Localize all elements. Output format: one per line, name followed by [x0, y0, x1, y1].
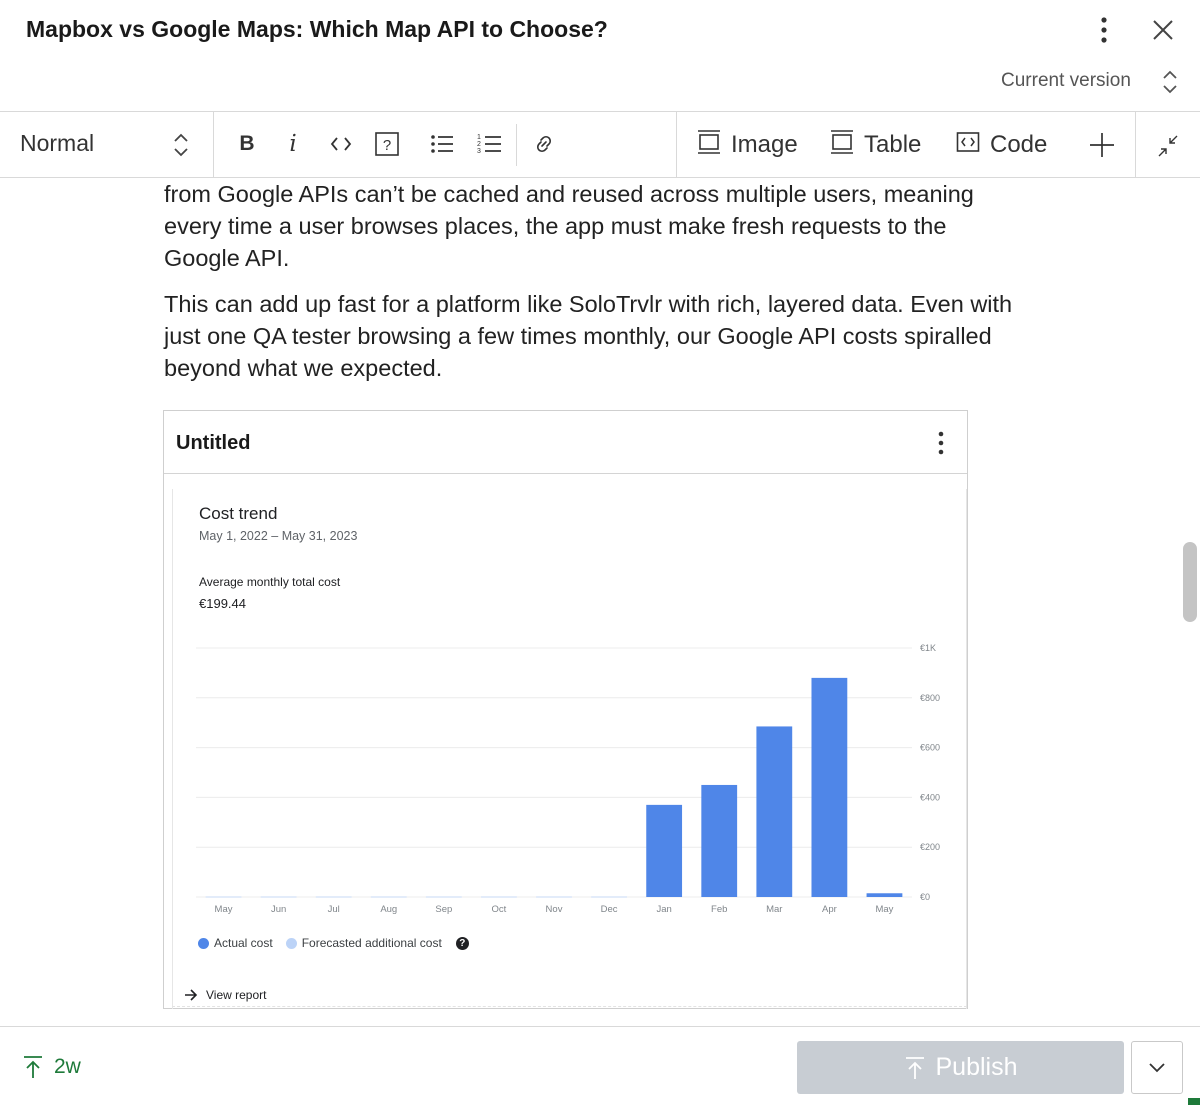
y-tick-label: €400 [920, 792, 940, 802]
chevron-up-down-icon[interactable] [1160, 68, 1180, 96]
x-tick-label: Jun [271, 904, 286, 915]
time-label: 2w [54, 1055, 81, 1078]
bar [315, 896, 352, 898]
arrow-right-icon [185, 989, 198, 1001]
insert-group: Image Table Code [676, 112, 1136, 177]
svg-text:1: 1 [477, 134, 481, 141]
table-block-icon [830, 129, 854, 162]
numbered-list-icon[interactable]: 123 [473, 124, 505, 164]
view-report-link[interactable]: View report [184, 988, 266, 1002]
bar [701, 784, 738, 897]
chevron-down-icon [1149, 1062, 1165, 1072]
x-tick-label: Jan [656, 904, 671, 915]
insert-image-button[interactable]: Image [697, 129, 798, 161]
y-tick-label: €0 [920, 892, 930, 902]
bar [811, 677, 848, 897]
x-tick-label: Nov [546, 904, 563, 915]
link-icon[interactable] [528, 124, 560, 164]
cost-trend-chart: €0 €200 €400 €600 €800 €1K May Jun Jul Aug Sep Oct N… [196, 643, 940, 915]
bar [481, 896, 517, 898]
publish-button[interactable]: Publish [797, 1041, 1124, 1094]
chart-legend: Actual cost Forecasted additional cost ? [198, 936, 469, 950]
editor-header: Mapbox vs Google Maps: Which Map API to … [0, 0, 1200, 112]
publish-options-button[interactable] [1131, 1041, 1183, 1094]
x-tick-label: May [215, 904, 233, 915]
more-vertical-icon[interactable] [1092, 14, 1116, 46]
svg-text:2: 2 [477, 141, 481, 148]
bar [536, 896, 572, 898]
insert-code-label: Code [990, 131, 1048, 158]
bar [866, 893, 903, 897]
bar [205, 896, 242, 898]
bar [646, 804, 683, 897]
x-tick-label: Dec [601, 904, 618, 915]
body-paragraph[interactable]: from Google APIs can’t be cached and reu… [164, 178, 1014, 274]
toolbar-divider [516, 124, 517, 166]
x-tick-label: Mar [766, 904, 782, 915]
scrollbar-thumb[interactable] [1183, 542, 1197, 622]
forecast-cost-swatch [285, 937, 297, 949]
svg-text:?: ? [383, 137, 391, 154]
collapse-icon[interactable] [1150, 126, 1186, 166]
help-box-icon[interactable]: ? [372, 124, 402, 164]
code-block-icon [956, 130, 980, 161]
actual-cost-swatch [198, 937, 209, 949]
image-block-icon [697, 129, 721, 162]
arrow-up-icon [24, 1056, 42, 1078]
bar [591, 896, 627, 898]
bar [370, 896, 407, 898]
x-tick-label: Apr [822, 904, 837, 915]
publish-icon [905, 1056, 924, 1079]
italic-icon[interactable]: i [280, 124, 306, 164]
insert-table-button[interactable]: Table [830, 129, 921, 161]
plus-icon[interactable] [1089, 129, 1115, 161]
legend-forecasted-cost: Forecasted additional cost [301, 936, 442, 950]
bar [260, 896, 297, 898]
bar [425, 896, 462, 898]
insert-image-label: Image [731, 131, 798, 158]
embedded-chart-block[interactable]: Untitled Cost trend May 1, 2022 – May 31… [163, 410, 968, 1009]
document-title: Mapbox vs Google Maps: Which Map API to … [26, 16, 608, 42]
y-tick-label: €200 [920, 842, 940, 852]
legend-actual-cost: Actual cost [214, 936, 273, 950]
y-tick-label: €800 [920, 693, 940, 703]
editor-footer: 2w Publish [0, 1026, 1200, 1105]
formatting-toolbar: Normal B i ? 123 Image Table Code [0, 112, 1200, 178]
inline-code-icon[interactable] [325, 124, 357, 164]
y-tick-label: €600 [920, 743, 940, 753]
corner-accent [1188, 1098, 1200, 1105]
x-tick-label: Sep [435, 904, 452, 915]
bar [756, 726, 793, 897]
x-tick-label: Aug [380, 904, 397, 915]
x-tick-label: Feb [711, 904, 727, 915]
x-tick-label: May [875, 904, 893, 915]
view-report-label: View report [206, 988, 267, 1002]
help-icon[interactable]: ? [455, 936, 469, 950]
published-time[interactable]: 2w [22, 1055, 81, 1079]
y-tick-label: €1K [920, 643, 936, 653]
bold-icon[interactable]: B [232, 124, 262, 164]
card-divider [172, 1006, 967, 1007]
svg-text:3: 3 [477, 148, 481, 155]
paragraph-style-value: Normal [20, 130, 95, 156]
insert-code-button[interactable]: Code [956, 129, 1047, 161]
body-paragraph[interactable]: This can add up fast for a platform like… [164, 288, 1014, 384]
paragraph-style-select[interactable]: Normal [0, 112, 214, 177]
x-tick-label: Oct [492, 904, 507, 915]
version-selector[interactable]: Current version [1001, 70, 1131, 92]
close-icon[interactable] [1148, 14, 1178, 46]
x-tick-label: Jul [328, 904, 340, 915]
bulleted-list-icon[interactable] [426, 124, 458, 164]
insert-table-label: Table [864, 131, 922, 158]
publish-label: Publish [935, 1053, 1018, 1081]
chevron-up-down-icon [170, 130, 192, 160]
